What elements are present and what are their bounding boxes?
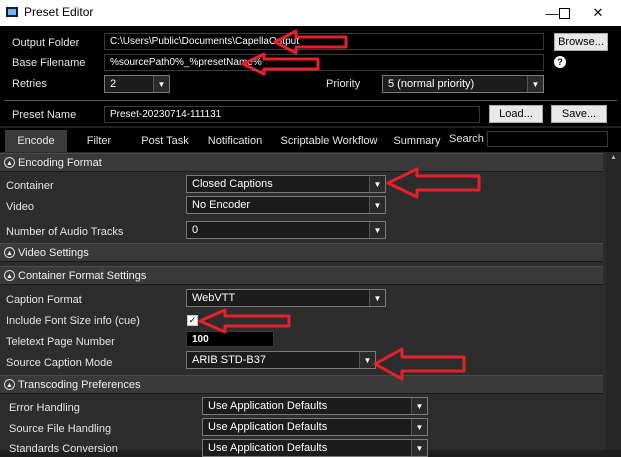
maximize-icon (558, 7, 570, 19)
scroll-up-icon[interactable]: ▲ (610, 154, 617, 161)
teletext-page-label: Teletext Page Number (6, 336, 115, 348)
priority-dropdown[interactable]: 5 (normal priority) ▼ (382, 75, 544, 93)
audio-tracks-value: 0 (192, 224, 199, 236)
container-label: Container (6, 180, 54, 192)
tab-filter[interactable]: Filter (72, 130, 126, 152)
retries-dropdown[interactable]: 2 ▼ (104, 75, 170, 93)
caption-format-value: WebVTT (192, 292, 236, 304)
base-filename-label: Base Filename (12, 57, 86, 69)
tab-notification[interactable]: Notification (200, 130, 270, 152)
base-filename-input[interactable]: %sourcePath0%_%presetName% (104, 54, 544, 71)
retries-value: 2 (110, 78, 117, 90)
annotation-arrow-icon (198, 308, 291, 334)
save-button[interactable]: Save... (551, 105, 607, 123)
search-label: Search (449, 133, 484, 145)
chevron-down-icon: ▼ (369, 290, 385, 306)
title-bar: Preset Editor — ✕ ☐ (0, 0, 621, 26)
section-title: Transcoding Preferences (18, 378, 141, 391)
collapse-icon: ▲ (4, 379, 15, 390)
maximize-button-visible[interactable] (541, 0, 587, 26)
section-container-format-settings[interactable]: ▲ Container Format Settings (0, 266, 603, 285)
tab-encode[interactable]: Encode (5, 130, 67, 152)
video-value: No Encoder (192, 199, 251, 211)
tab-scriptable-workflow[interactable]: Scriptable Workflow (278, 130, 380, 152)
section-title: Container Format Settings (18, 269, 147, 282)
audio-tracks-dropdown[interactable]: 0 ▼ (186, 221, 386, 239)
window-title: Preset Editor (24, 5, 94, 19)
divider (4, 100, 617, 101)
source-file-handling-value: Use Application Defaults (208, 421, 328, 433)
source-caption-mode-label: Source Caption Mode (6, 357, 113, 369)
section-title: Video Settings (18, 246, 89, 259)
section-title: Encoding Format (18, 156, 102, 169)
caption-format-label: Caption Format (6, 294, 82, 306)
source-caption-mode-dropdown[interactable]: ARIB STD-B37 ▼ (186, 351, 376, 369)
preset-name-label: Preset Name (12, 109, 77, 121)
chevron-down-icon: ▼ (527, 76, 543, 92)
tab-summary[interactable]: Summary (390, 130, 444, 152)
video-dropdown[interactable]: No Encoder ▼ (186, 196, 386, 214)
container-dropdown[interactable]: Closed Captions ▼ (186, 175, 386, 193)
chevron-down-icon: ▼ (153, 76, 169, 92)
chevron-down-icon: ▼ (411, 398, 427, 414)
font-size-info-label: Include Font Size info (cue) (6, 315, 140, 327)
priority-label: Priority (326, 78, 361, 90)
tab-post-task[interactable]: Post Task (137, 130, 193, 152)
chevron-down-icon: ▼ (369, 176, 385, 192)
chevron-down-icon: ▼ (369, 222, 385, 238)
search-input[interactable] (487, 131, 608, 147)
section-transcoding-preferences[interactable]: ▲ Transcoding Preferences (0, 375, 603, 394)
app-icon (6, 7, 18, 17)
chevron-down-icon: ▼ (411, 419, 427, 435)
collapse-icon: ▲ (4, 157, 15, 168)
retries-label: Retries (12, 78, 47, 90)
browse-button[interactable]: Browse... (554, 33, 608, 51)
standards-conversion-label: Standards Conversion (9, 443, 118, 455)
annotation-arrow-icon (386, 167, 481, 199)
error-handling-label: Error Handling (9, 402, 80, 414)
section-video-settings[interactable]: ▲ Video Settings (0, 243, 603, 262)
collapse-icon: ▲ (4, 247, 15, 258)
container-value: Closed Captions (192, 178, 273, 190)
vertical-scrollbar[interactable]: ▲ (606, 152, 621, 450)
load-button[interactable]: Load... (489, 105, 543, 123)
source-file-handling-dropdown[interactable]: Use Application Defaults ▼ (202, 418, 428, 436)
standards-conversion-dropdown[interactable]: Use Application Defaults ▼ (202, 439, 428, 457)
chevron-down-icon: ▼ (369, 197, 385, 213)
help-icon[interactable]: ? (554, 56, 566, 68)
output-folder-label: Output Folder (12, 37, 80, 49)
annotation-arrow-icon (373, 347, 466, 381)
caption-format-dropdown[interactable]: WebVTT ▼ (186, 289, 386, 307)
priority-value: 5 (normal priority) (388, 78, 475, 90)
annotation-arrow-icon (241, 52, 320, 76)
collapse-icon: ▲ (4, 270, 15, 281)
close-icon: ✕ (592, 5, 604, 20)
audio-tracks-label: Number of Audio Tracks (6, 226, 124, 238)
source-file-handling-label: Source File Handling (9, 423, 112, 435)
standards-conversion-value: Use Application Defaults (208, 442, 328, 454)
error-handling-dropdown[interactable]: Use Application Defaults ▼ (202, 397, 428, 415)
preset-name-input[interactable]: Preset-20230714-111131 (104, 106, 480, 123)
section-encoding-format[interactable]: ▲ Encoding Format (0, 153, 603, 172)
chevron-down-icon: ▼ (411, 440, 427, 456)
video-label: Video (6, 201, 34, 213)
source-caption-mode-value: ARIB STD-B37 (192, 354, 266, 366)
error-handling-value: Use Application Defaults (208, 400, 328, 412)
